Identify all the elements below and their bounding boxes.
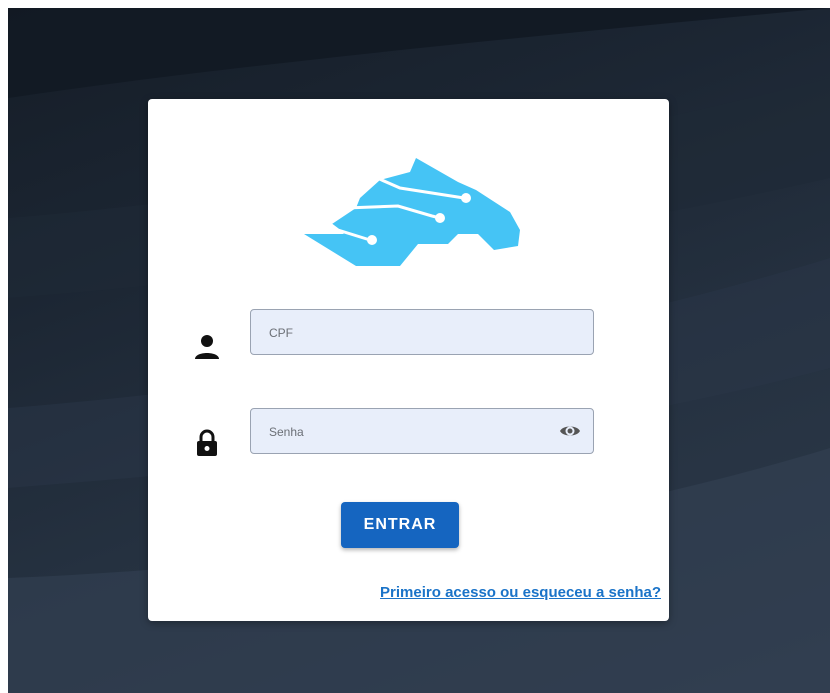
cpf-field[interactable] <box>250 309 594 356</box>
lock-icon <box>197 429 217 456</box>
senha-field[interactable] <box>250 408 594 455</box>
cpf-input[interactable] <box>267 310 561 356</box>
eye-icon[interactable] <box>559 421 581 441</box>
login-card: ENTRAR Primeiro acesso ou esqueceu a sen… <box>148 99 669 621</box>
login-background: ENTRAR Primeiro acesso ou esqueceu a sen… <box>8 8 830 693</box>
forgot-password-link[interactable]: Primeiro acesso ou esqueceu a senha? <box>380 584 661 601</box>
senha-input[interactable] <box>267 409 561 455</box>
entrar-button[interactable]: ENTRAR <box>341 502 459 548</box>
person-icon <box>195 335 219 359</box>
horse-circuit-logo <box>304 158 520 266</box>
